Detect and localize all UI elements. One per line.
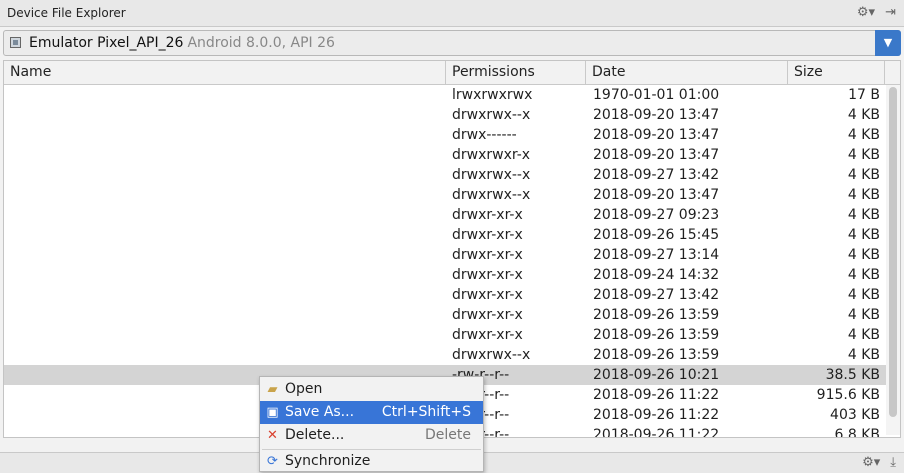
device-version: Android 8.0.0, API 26 — [187, 35, 335, 51]
cell-size: 4 KB — [847, 147, 880, 163]
table-row[interactable]: ▼datadrwxrwx--x2018-09-20 13:474 KB — [4, 105, 900, 125]
cell-permissions: drwxr-xr-x — [452, 247, 523, 263]
cell-date: 2018-09-27 13:14 — [593, 247, 720, 263]
cell-date: 2018-09-26 15:45 — [593, 227, 720, 243]
cell-date: 2018-09-20 13:47 — [593, 107, 720, 123]
cell-permissions: drwxrwxr-x — [452, 147, 531, 163]
delete-icon: ✕ — [267, 428, 278, 443]
cell-size: 4 KB — [847, 107, 880, 123]
column-header-permissions[interactable]: Permissions — [446, 61, 586, 84]
table-row[interactable]: ▼appdrwxrwx--x2018-09-27 13:424 KB — [4, 165, 900, 185]
device-selector-row: Emulator Pixel_API_26 Android 8.0.0, API … — [0, 27, 904, 60]
cell-size: 915.6 KB — [816, 387, 880, 403]
cell-date: 2018-09-26 13:59 — [593, 347, 720, 363]
cell-size: 4 KB — [847, 187, 880, 203]
cell-permissions: drwxrwx--x — [452, 107, 531, 123]
column-header-name[interactable]: Name — [4, 61, 446, 84]
table-row[interactable]: ▼com.vogella.android.testapp-f42bceWjBiI… — [4, 305, 900, 325]
cell-permissions: drwxr-xr-x — [452, 267, 523, 283]
table-row[interactable]: ▶com.vogella.android.persistence-51EyakQ… — [4, 265, 900, 285]
cell-date: 1970-01-01 01:00 — [593, 87, 720, 103]
cell-size: 4 KB — [847, 327, 880, 343]
hide-panel-icon[interactable]: ⇥ — [885, 5, 896, 20]
table-row[interactable]: ▶adbdrwx------2018-09-20 13:474 KB — [4, 125, 900, 145]
cell-size: 4 KB — [847, 287, 880, 303]
cell-date: 2018-09-27 09:23 — [593, 207, 720, 223]
cell-size: 4 KB — [847, 307, 880, 323]
column-header-date[interactable]: Date — [586, 61, 788, 84]
gear-icon[interactable]: ⚙▾ — [857, 5, 875, 20]
table-row[interactable]: ▶com.vogella.android.fragments-yYXpgn0Ev… — [4, 225, 900, 245]
column-header-size[interactable]: Size — [788, 61, 885, 84]
menu-item-synchronize[interactable]: ⟳ Synchronize — [260, 450, 483, 473]
cell-date: 2018-09-26 13:59 — [593, 307, 720, 323]
cell-permissions: drwxr-xr-x — [452, 207, 523, 223]
table-row[interactable]: ▶com.example.android.rssreader-CvjXdtd82… — [4, 205, 900, 225]
cell-permissions: drwxr-xr-x — [452, 227, 523, 243]
cell-date: 2018-09-26 11:22 — [593, 387, 720, 403]
cell-permissions: drwxrwx--x — [452, 187, 531, 203]
download-icon[interactable]: ⤓ — [890, 455, 896, 470]
cell-size: 4 KB — [847, 167, 880, 183]
chevron-down-icon[interactable]: ▼ — [875, 30, 901, 56]
table-row[interactable]: ▶anrdrwxrwxr-x2018-09-20 13:474 KB — [4, 145, 900, 165]
cell-size: 4 KB — [847, 247, 880, 263]
cell-date: 2018-09-20 13:47 — [593, 147, 720, 163]
cell-size: 4 KB — [847, 207, 880, 223]
cell-permissions: drwxrwx--x — [452, 167, 531, 183]
cell-date: 2018-09-26 11:22 — [593, 407, 720, 423]
cell-permissions: drwxr-xr-x — [452, 307, 523, 323]
open-folder-icon: ▰ — [267, 382, 278, 397]
cell-size: 4 KB — [847, 227, 880, 243]
menu-item-open[interactable]: ▰ Open — [260, 378, 483, 401]
device-dropdown[interactable]: Emulator Pixel_API_26 Android 8.0.0, API … — [3, 30, 901, 56]
cell-date: 2018-09-24 14:32 — [593, 267, 720, 283]
table-row[interactable]: ▶dlrwxrwxrwx1970-01-01 01:0017 B — [4, 85, 900, 105]
cell-size: 4 KB — [847, 347, 880, 363]
table-row[interactable]: ▶com.vogella.android.myapplication-wHYZ8… — [4, 245, 900, 265]
sync-icon: ⟳ — [267, 454, 278, 469]
cell-size: 4 KB — [847, 127, 880, 143]
cell-date: 2018-09-26 10:21 — [593, 367, 720, 383]
menu-item-delete[interactable]: ✕ Delete... Delete — [260, 424, 483, 447]
cell-date: 2018-09-26 13:59 — [593, 327, 720, 343]
scrollbar-thumb[interactable] — [889, 87, 897, 417]
table-row[interactable]: ▶libdrwxr-xr-x2018-09-26 13:594 KB — [4, 325, 900, 345]
cell-date: 2018-09-27 13:42 — [593, 287, 720, 303]
table-header: Name Permissions Date Size — [4, 61, 900, 85]
save-icon: ▣ — [266, 405, 279, 420]
context-menu: ▰ Open ▣ Save As... Ctrl+Shift+S ✕ Delet… — [259, 376, 484, 472]
table-row[interactable]: ▶com.vogella.android.recyclerview-g73LXY… — [4, 285, 900, 305]
table-row[interactable]: ▶ApiDemosdrwxrwx--x2018-09-20 13:474 KB — [4, 185, 900, 205]
cell-date: 2018-09-20 13:47 — [593, 187, 720, 203]
cell-size: 17 B — [848, 87, 880, 103]
cell-size: 38.5 KB — [825, 367, 880, 383]
cell-date: 2018-09-20 13:47 — [593, 127, 720, 143]
device-icon — [10, 37, 21, 48]
cell-permissions: drwxr-xr-x — [452, 287, 523, 303]
device-name: Emulator Pixel_API_26 — [29, 35, 184, 51]
tool-window-title: Device File Explorer — [7, 6, 126, 20]
vertical-scrollbar[interactable] — [886, 85, 900, 435]
cell-size: 4 KB — [847, 267, 880, 283]
menu-item-save-as[interactable]: ▣ Save As... Ctrl+Shift+S — [260, 401, 483, 424]
gear-icon[interactable]: ⚙▾ — [862, 455, 880, 470]
cell-size: 403 KB — [830, 407, 880, 423]
table-row[interactable]: ▶oatdrwxrwx--x2018-09-26 13:594 KB — [4, 345, 900, 365]
cell-permissions: drwxrwx--x — [452, 347, 531, 363]
cell-permissions: drwx------ — [452, 127, 517, 143]
cell-permissions: drwxr-xr-x — [452, 327, 523, 343]
tool-window-title-bar: Device File Explorer ⚙▾ ⇥ — [0, 0, 904, 27]
cell-size: 6.8 KB — [834, 427, 881, 438]
cell-date: 2018-09-26 11:22 — [593, 427, 720, 438]
cell-date: 2018-09-27 13:42 — [593, 167, 720, 183]
cell-permissions: lrwxrwxrwx — [452, 87, 533, 103]
